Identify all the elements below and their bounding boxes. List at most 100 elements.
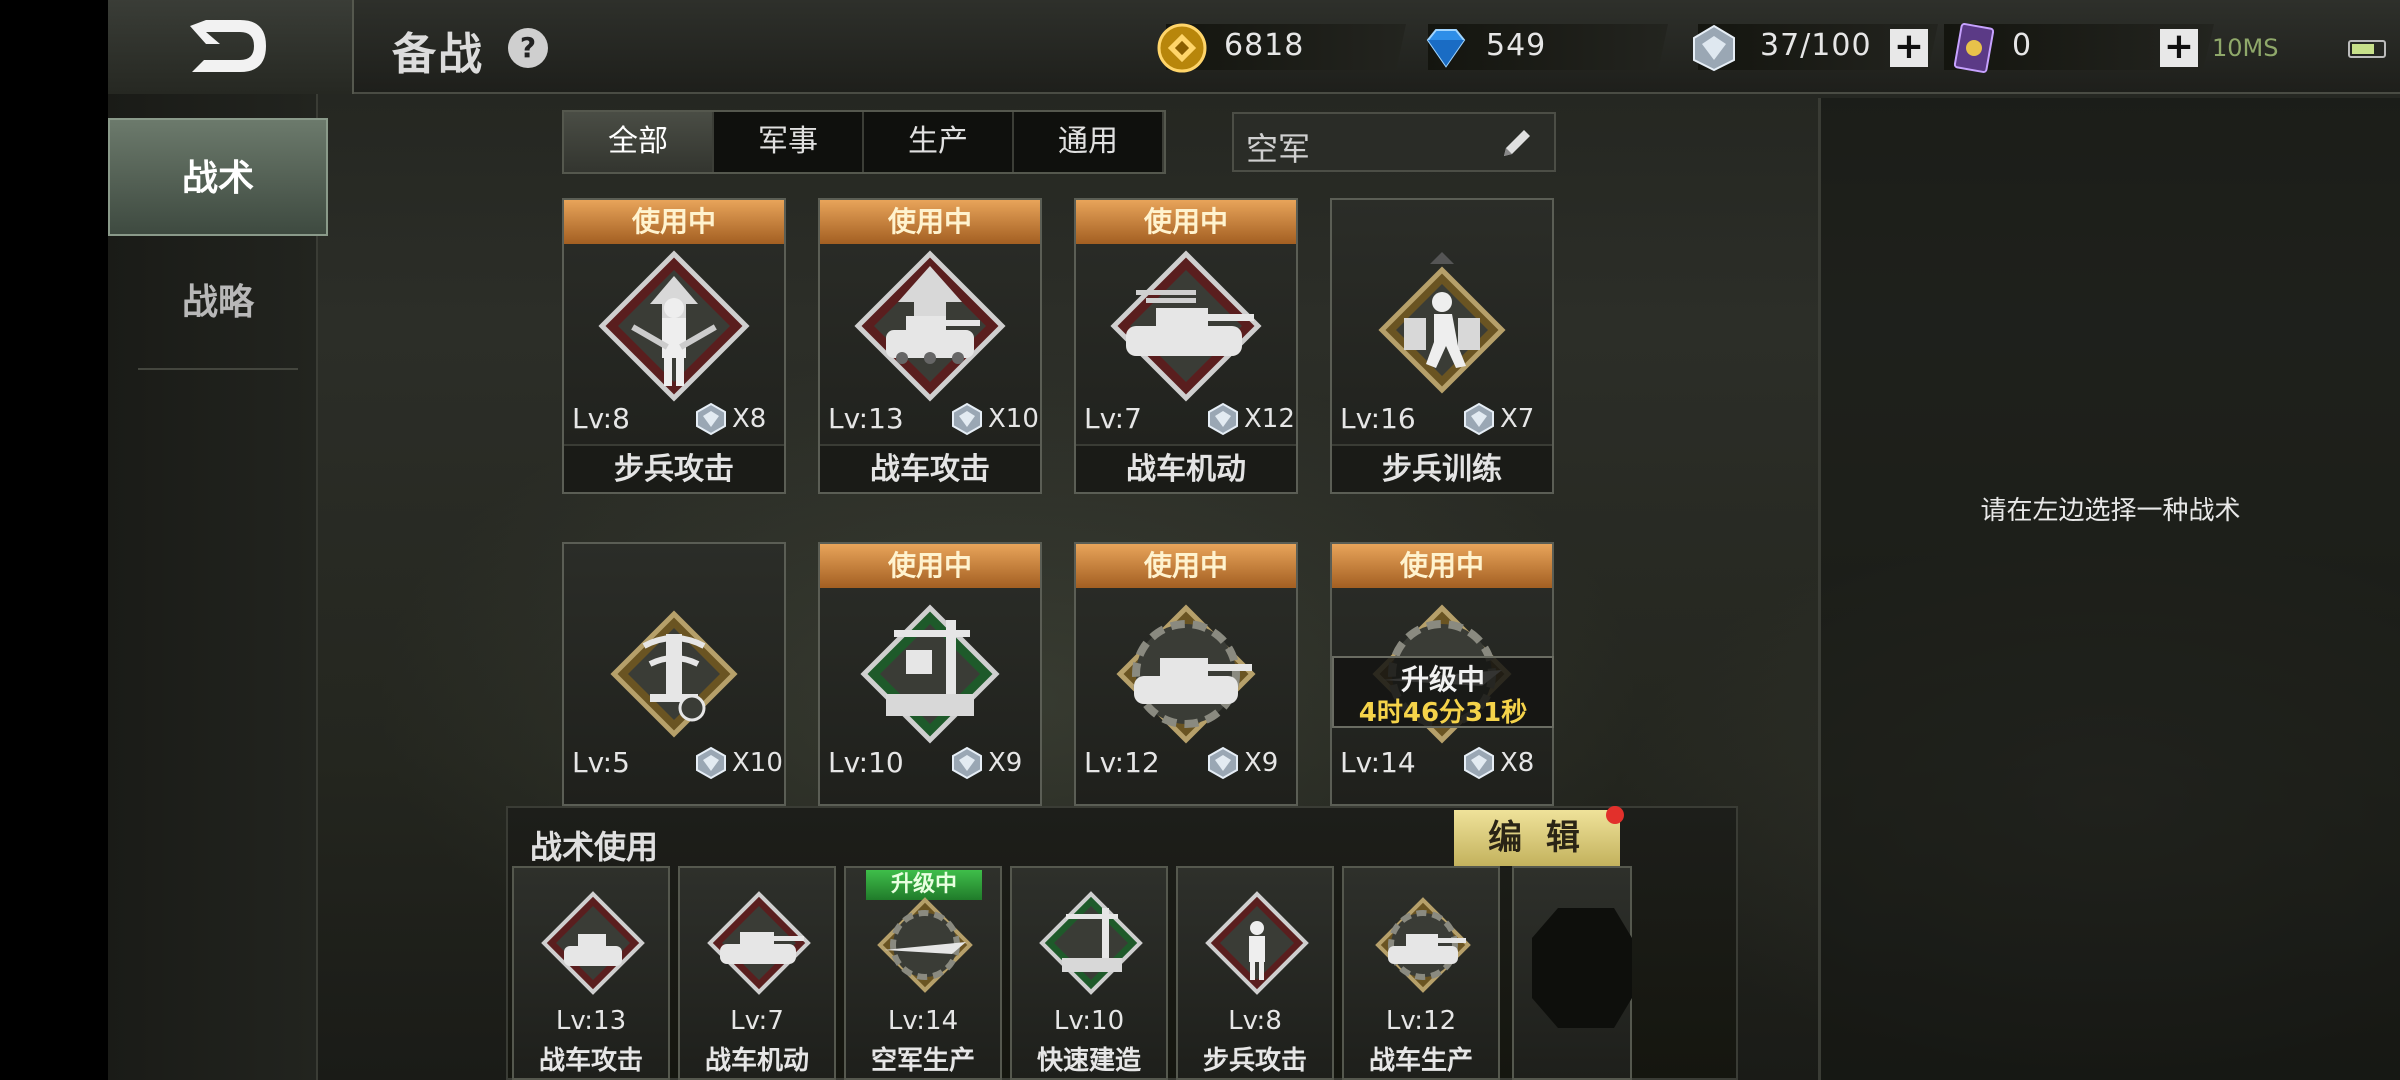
help-button[interactable]: ? [508, 28, 548, 68]
tactic-card[interactable]: 使用中 Lv:10 X9 [818, 542, 1042, 806]
gem-icon [1464, 746, 1494, 780]
card-count: X9 [988, 748, 1023, 778]
tactic-card[interactable]: 使用中 Lv:8 X8 步兵攻击 [562, 198, 786, 494]
gold-coin-icon [1157, 23, 1207, 73]
vehicle-mobility-emblem [1110, 250, 1262, 402]
back-button[interactable] [108, 0, 354, 94]
tactic-detail-panel: 请在左边选择一种战术 [1818, 98, 2400, 1080]
vehicle-mobility-emblem [707, 891, 811, 995]
card-level: Lv:14 [1340, 746, 1416, 779]
edit-button[interactable]: 编 辑 [1454, 810, 1620, 866]
battery-icon [2348, 40, 2386, 58]
air-production-emblem [877, 897, 973, 993]
top-bar: 备战 ? 6818 549 37/100 + 0 + 10MS [108, 0, 2400, 94]
card-count: X10 [988, 404, 1039, 434]
diamond-icon [1426, 29, 1466, 68]
ping-indicator: 10MS [2212, 34, 2279, 62]
gem-icon [696, 746, 726, 780]
card-level: Lv:5 [572, 746, 630, 779]
slot-level: Lv:12 [1385, 1006, 1457, 1036]
gem-icon [1693, 24, 1735, 72]
usage-title: 战术使用 [530, 828, 659, 866]
tactic-card[interactable]: Lv:5 X10 [562, 542, 786, 806]
vehicle-production-emblem [1375, 897, 1471, 993]
side-nav: 战术 战略 [108, 94, 328, 1080]
rapid-construction-emblem [860, 604, 1000, 744]
tab-general[interactable]: 通用 [1014, 112, 1164, 172]
nav-divider [138, 368, 298, 370]
card-name: 战车机动 [1076, 444, 1296, 492]
slot-name: 步兵攻击 [1202, 1046, 1307, 1076]
empty-usage-slot[interactable] [1512, 866, 1632, 1080]
tactic-card[interactable]: 使用中 升级中 4时46分31秒 Lv:14 X8 [1330, 542, 1554, 806]
slot-level: Lv:8 [1228, 1006, 1282, 1036]
card-icon [1953, 23, 1995, 73]
card-count: X12 [1244, 404, 1295, 434]
gold-value: 6818 [1224, 28, 1305, 63]
in-use-badge: 使用中 [820, 544, 1040, 588]
add-card-button[interactable]: + [2160, 29, 2198, 67]
card-level: Lv:7 [1084, 402, 1142, 435]
gem-value: 37/100 [1760, 28, 1872, 63]
rapid-construction-emblem [1039, 891, 1143, 995]
page-title: 备战 [392, 29, 484, 80]
gem-icon [952, 746, 982, 780]
card-name: 战车攻击 [820, 444, 1040, 492]
tactic-card[interactable]: 使用中 Lv:12 X9 [1074, 542, 1298, 806]
infantry-training-emblem [1378, 252, 1506, 394]
in-use-badge: 使用中 [1076, 544, 1296, 588]
filter-tabs: 全部 军事 生产 通用 [562, 110, 1166, 174]
tactic-card[interactable]: 使用中 Lv:13 X10 战车攻击 [818, 198, 1042, 494]
nav-strategy[interactable]: 战略 [108, 244, 328, 362]
usage-slot[interactable]: 升级中 Lv:14 空军生产 [844, 866, 1002, 1080]
slot-level: Lv:14 [887, 1006, 959, 1036]
gem-icon [1464, 402, 1494, 436]
antenna-timer-emblem [610, 610, 738, 738]
slot-level: Lv:13 [555, 1006, 627, 1036]
card-count: X10 [732, 748, 783, 778]
tactic-card[interactable]: 使用中 Lv:7 X12 战车机动 [1074, 198, 1298, 494]
card-level: Lv:16 [1340, 402, 1416, 435]
card-level: Lv:10 [828, 746, 904, 779]
card-count: X7 [1500, 404, 1535, 434]
notification-dot [1606, 806, 1624, 824]
pencil-icon[interactable] [1500, 126, 1534, 160]
card-count: X9 [1244, 748, 1279, 778]
usage-slot[interactable]: Lv:12 战车生产 [1342, 866, 1500, 1080]
card-level: Lv:13 [828, 402, 904, 435]
select-tactic-hint: 请在左边选择一种战术 [1980, 496, 2241, 526]
card-level: Lv:8 [572, 402, 630, 435]
in-use-badge: 使用中 [820, 200, 1040, 244]
vehicle-attack-emblem [854, 250, 1006, 402]
nav-tactics[interactable]: 战术 [108, 118, 328, 236]
diamond-value: 549 [1486, 28, 1547, 63]
slot-name: 空军生产 [870, 1046, 975, 1076]
infantry-attack-emblem [1205, 891, 1309, 995]
gem-icon [952, 402, 982, 436]
usage-slot[interactable]: Lv:8 步兵攻击 [1176, 866, 1334, 1080]
in-use-badge: 使用中 [1076, 200, 1296, 244]
card-count: X8 [732, 404, 767, 434]
tab-all[interactable]: 全部 [564, 112, 714, 172]
in-use-badge: 使用中 [1332, 544, 1552, 588]
slot-level: Lv:7 [730, 1006, 784, 1036]
empty-slot-icon [1532, 908, 1632, 1028]
card-count: X8 [1500, 748, 1535, 778]
usage-slot[interactable]: Lv:13 战车攻击 [512, 866, 670, 1080]
add-gem-button[interactable]: + [1890, 29, 1928, 67]
vehicle-production-emblem [1116, 604, 1256, 744]
usage-slot[interactable]: Lv:7 战车机动 [678, 866, 836, 1080]
search-input[interactable]: 空军 [1246, 124, 1310, 170]
slot-name: 战车机动 [704, 1046, 809, 1076]
gem-icon [696, 402, 726, 436]
tab-production[interactable]: 生产 [864, 112, 1014, 172]
slot-name: 快速建造 [1036, 1046, 1141, 1076]
infantry-attack-emblem [598, 250, 750, 402]
tactic-card[interactable]: Lv:16 X7 步兵训练 [1330, 198, 1554, 494]
slot-name: 战车攻击 [538, 1046, 643, 1076]
slot-name: 战车生产 [1368, 1046, 1473, 1076]
usage-slot[interactable]: Lv:10 快速建造 [1010, 866, 1168, 1080]
gem-icon [1208, 402, 1238, 436]
tab-military[interactable]: 军事 [714, 112, 864, 172]
search-box[interactable]: 空军 [1232, 112, 1556, 172]
